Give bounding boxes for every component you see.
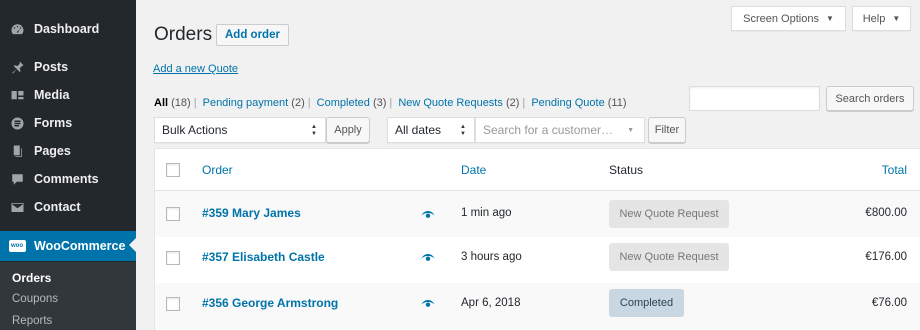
row-checkbox[interactable] [166, 251, 180, 265]
view-pending-quote[interactable]: Pending Quote [531, 97, 604, 109]
sidebar-item-contact[interactable]: Contact [0, 193, 136, 221]
separator: | [307, 97, 311, 109]
pin-icon [0, 60, 34, 75]
eye-icon[interactable] [421, 209, 435, 219]
add-order-button[interactable]: Add order [216, 24, 289, 46]
date-filter-select[interactable]: All dates ▲ ▼ [387, 117, 475, 143]
eye-icon[interactable] [421, 252, 435, 262]
orders-table: Order Date Status Total #359 Mary James … [154, 148, 920, 330]
view-count: (2) [291, 97, 305, 109]
bulk-actions-select[interactable]: Bulk Actions ▲ ▼ [154, 117, 326, 143]
sidebar-item-label: Pages [34, 144, 71, 158]
apply-button[interactable]: Apply [326, 117, 370, 143]
chevron-down-icon: ▼ [627, 127, 634, 134]
select-all-checkbox[interactable] [166, 163, 180, 177]
table-row[interactable]: #359 Mary James 1 min ago New Quote Requ… [155, 191, 920, 237]
admin-sidebar: Dashboard Posts Media Forms Pages Commen… [0, 0, 136, 330]
view-count: (11) [607, 97, 627, 109]
customer-search-select[interactable]: Search for a customer… ▼ [475, 117, 645, 143]
column-header-status: Status [609, 163, 644, 177]
woocommerce-icon: woo [0, 240, 34, 252]
view-count: (18) [171, 97, 191, 109]
view-count: (2) [505, 97, 520, 109]
sidebar-item-label: Forms [34, 116, 73, 130]
caret-down-icon: ▼ [892, 14, 901, 23]
separator: | [522, 97, 526, 109]
view-count: (3) [372, 97, 387, 109]
submenu-item-coupons[interactable]: Coupons [12, 293, 58, 305]
date-filter-value: All dates [395, 123, 442, 137]
page-title: Orders [154, 24, 213, 45]
media-icon [0, 88, 34, 103]
sidebar-item-pages[interactable]: Pages [0, 137, 136, 165]
add-quote-link[interactable]: Add a new Quote [153, 63, 238, 75]
column-header-total[interactable]: Total [882, 163, 907, 177]
filter-button[interactable]: Filter [648, 117, 686, 143]
submenu-item-orders[interactable]: Orders [12, 271, 51, 285]
status-badge: Completed [609, 289, 684, 317]
order-date: 1 min ago [461, 207, 512, 219]
customer-search-placeholder: Search for a customer… [483, 123, 614, 137]
forms-icon [0, 116, 34, 131]
status-filter-views: All (18) | Pending payment (2) | Completed… [154, 97, 627, 109]
view-pending-payment[interactable]: Pending payment [203, 97, 289, 109]
submenu-item-reports[interactable]: Reports [12, 315, 52, 327]
caret-down-icon: ▼ [825, 14, 834, 23]
order-date: 3 hours ago [461, 251, 522, 263]
row-checkbox[interactable] [166, 297, 180, 311]
order-link[interactable]: #359 Mary James [202, 206, 301, 220]
mail-icon [0, 200, 34, 215]
separator: | [193, 97, 197, 109]
sidebar-item-label: Posts [34, 60, 69, 74]
help-label: Help [862, 12, 886, 25]
order-total: €76.00 [871, 297, 907, 309]
woocommerce-submenu: Orders Coupons Reports [0, 262, 136, 330]
order-link[interactable]: #357 Elisabeth Castle [202, 250, 325, 264]
dashboard-icon [0, 22, 34, 37]
pages-icon [0, 144, 34, 159]
table-row[interactable]: #357 Elisabeth Castle 3 hours ago New Qu… [155, 237, 920, 283]
view-all[interactable]: All [154, 97, 168, 109]
separator: | [389, 97, 393, 109]
sidebar-item-label: Media [34, 88, 70, 102]
table-header: Order Date Status Total [155, 149, 920, 191]
comment-icon [0, 172, 34, 187]
sidebar-item-label: WooCommerce [34, 239, 126, 253]
row-checkbox[interactable] [166, 207, 180, 221]
sidebar-item-woocommerce[interactable]: woo WooCommerce [0, 231, 136, 261]
order-total: €176.00 [865, 251, 907, 263]
view-completed[interactable]: Completed [317, 97, 370, 109]
select-arrows-icon: ▲ ▼ [460, 124, 466, 137]
search-orders-button[interactable]: Search orders [826, 86, 914, 111]
screen-options-label: Screen Options [743, 12, 819, 25]
help-button[interactable]: Help ▼ [852, 6, 911, 31]
sidebar-item-comments[interactable]: Comments [0, 165, 136, 193]
sidebar-item-label: Comments [34, 172, 99, 186]
status-badge: New Quote Request [609, 243, 729, 271]
order-link[interactable]: #356 George Armstrong [202, 296, 338, 310]
search-orders-input[interactable] [689, 86, 820, 111]
eye-icon[interactable] [421, 298, 435, 308]
view-new-quote-requests[interactable]: New Quote Requests [398, 97, 503, 109]
order-date: Apr 6, 2018 [461, 297, 521, 309]
order-total: €800.00 [865, 207, 907, 219]
column-header-order[interactable]: Order [202, 163, 233, 177]
status-badge: New Quote Request [609, 200, 729, 228]
sidebar-item-forms[interactable]: Forms [0, 109, 136, 137]
screen-options-button[interactable]: Screen Options ▼ [731, 6, 846, 31]
table-row[interactable]: #356 George Armstrong Apr 6, 2018 Comple… [155, 283, 920, 329]
sidebar-item-posts[interactable]: Posts [0, 53, 136, 81]
sidebar-item-media[interactable]: Media [0, 81, 136, 109]
select-arrows-icon: ▲ ▼ [311, 124, 317, 137]
column-header-date[interactable]: Date [461, 163, 486, 177]
sidebar-item-dashboard[interactable]: Dashboard [0, 15, 136, 43]
sidebar-item-label: Dashboard [34, 22, 100, 36]
bulk-actions-value: Bulk Actions [162, 123, 228, 137]
sidebar-item-label: Contact [34, 200, 81, 214]
